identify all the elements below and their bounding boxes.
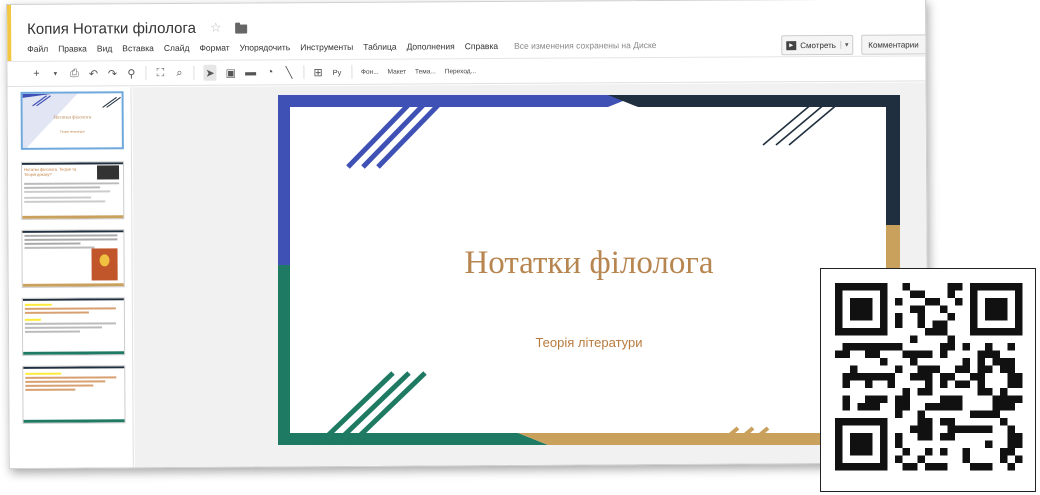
layout-button[interactable]: Макет <box>388 64 407 80</box>
menu-bar: Файл Правка Вид Вставка Слайд Формат Упо… <box>27 37 656 57</box>
star-icon[interactable]: ☆ <box>210 20 222 36</box>
present-label: Смотреть <box>800 40 836 50</box>
slide-thumbnail-3[interactable] <box>21 229 125 288</box>
menu-help[interactable]: Справка <box>465 41 498 51</box>
slide-subtitle[interactable]: Теорія літератури <box>278 335 900 350</box>
toolbar-divider <box>193 65 195 80</box>
paint-format-icon[interactable]: ⚲ <box>126 65 136 81</box>
text-box-icon[interactable]: ▣ <box>226 65 237 81</box>
thumbnail-subtitle: Теорія літератури <box>59 129 85 134</box>
background-button[interactable]: Фон... <box>361 64 379 80</box>
present-button[interactable]: Смотреть ▾ <box>781 34 854 56</box>
slide-title[interactable]: Нотатки філолога <box>278 245 900 282</box>
qr-code-pattern <box>835 283 1023 471</box>
menu-file[interactable]: Файл <box>27 44 48 54</box>
select-cursor-icon[interactable]: ➤ <box>203 64 217 81</box>
print-icon[interactable]: ⎙ <box>69 66 79 82</box>
zoom-icon[interactable]: ⌕ <box>174 65 184 81</box>
slide-thumbnail-2[interactable]: Нотатки філолога. Теорія та Теорія доказ… <box>20 161 125 220</box>
thumbnail-title: Нотатки філолога <box>53 115 92 121</box>
slide-filmstrip: Нотатки філолога Теорія літератури Нотат… <box>7 87 134 469</box>
thumbnail-top-bar <box>22 230 125 233</box>
slide-thumbnail-5[interactable] <box>22 365 126 424</box>
thumbnail-bottom-bar <box>23 351 126 355</box>
thumbnail-decor <box>22 93 124 150</box>
present-dropdown-icon[interactable]: ▾ <box>839 40 849 49</box>
menu-addons[interactable]: Дополнения <box>407 41 455 51</box>
accent-bar <box>7 4 12 61</box>
image-icon[interactable]: ▬ <box>245 64 256 80</box>
menu-insert[interactable]: Вставка <box>122 43 154 53</box>
thumbnail-bottom-bar <box>22 215 125 219</box>
new-slide-icon[interactable]: + <box>31 66 41 82</box>
comments-label: Комментарии <box>868 39 919 50</box>
document-title[interactable]: Копия Нотатки філолога <box>27 19 196 37</box>
slide-thumbnail-4[interactable] <box>21 297 126 356</box>
new-slide-dropdown-icon[interactable]: ▾ <box>50 66 60 82</box>
comment-add-icon[interactable]: ⊞ <box>313 64 323 80</box>
thumbnail-title: Нотатки філолога. Теорія та Теорія доказ… <box>23 166 77 178</box>
menu-view[interactable]: Вид <box>97 43 112 53</box>
thumbnail-top-bar <box>22 298 126 301</box>
menu-format[interactable]: Формат <box>199 43 229 53</box>
thumbnail-image <box>96 165 120 180</box>
theme-button[interactable]: Тема... <box>415 63 436 79</box>
menu-tools[interactable]: Инструменты <box>300 42 353 52</box>
line-icon[interactable]: ╲ <box>284 64 294 80</box>
zoom-fit-icon[interactable]: ⛶ <box>155 65 165 81</box>
thumbnail-top-bar <box>23 366 126 369</box>
undo-icon[interactable]: ↶ <box>88 65 98 81</box>
save-status: Все изменения сохранены на Диске <box>514 40 657 51</box>
title-row: Копия Нотатки філолога ☆ <box>27 16 248 41</box>
thumbnail-text-lines <box>24 182 120 203</box>
thumbnail-text-lines <box>24 234 118 249</box>
slide-thumbnail-1[interactable]: Нотатки філолога Теорія літератури <box>20 91 124 150</box>
toolbar-divider <box>145 66 147 81</box>
redo-icon[interactable]: ↷ <box>107 65 117 81</box>
folder-icon[interactable] <box>235 24 248 34</box>
menu-table[interactable]: Таблица <box>363 42 396 52</box>
toolbar-divider <box>351 64 353 79</box>
toolbar-divider <box>303 65 305 80</box>
main-slide[interactable]: Нотатки філолога Теорія літератури <box>278 95 900 445</box>
menu-arrange[interactable]: Упорядочить <box>240 42 291 52</box>
thumbnail-text-lines <box>25 372 117 391</box>
transition-button[interactable]: Переход... <box>445 63 476 79</box>
comments-button[interactable]: Комментарии <box>861 34 929 55</box>
menu-slide[interactable]: Слайд <box>164 43 190 53</box>
thumbnail-portrait-image <box>91 248 118 281</box>
thumbnail-bottom-bar <box>22 283 125 287</box>
thumbnail-bottom-bar <box>23 419 126 423</box>
thumbnail-text-lines <box>24 303 116 333</box>
present-icon <box>786 40 797 50</box>
menu-edit[interactable]: Правка <box>58 44 87 54</box>
input-tools-button[interactable]: Ру <box>332 64 342 80</box>
qr-code <box>820 268 1036 492</box>
shape-icon[interactable]: ◔ <box>265 64 275 80</box>
